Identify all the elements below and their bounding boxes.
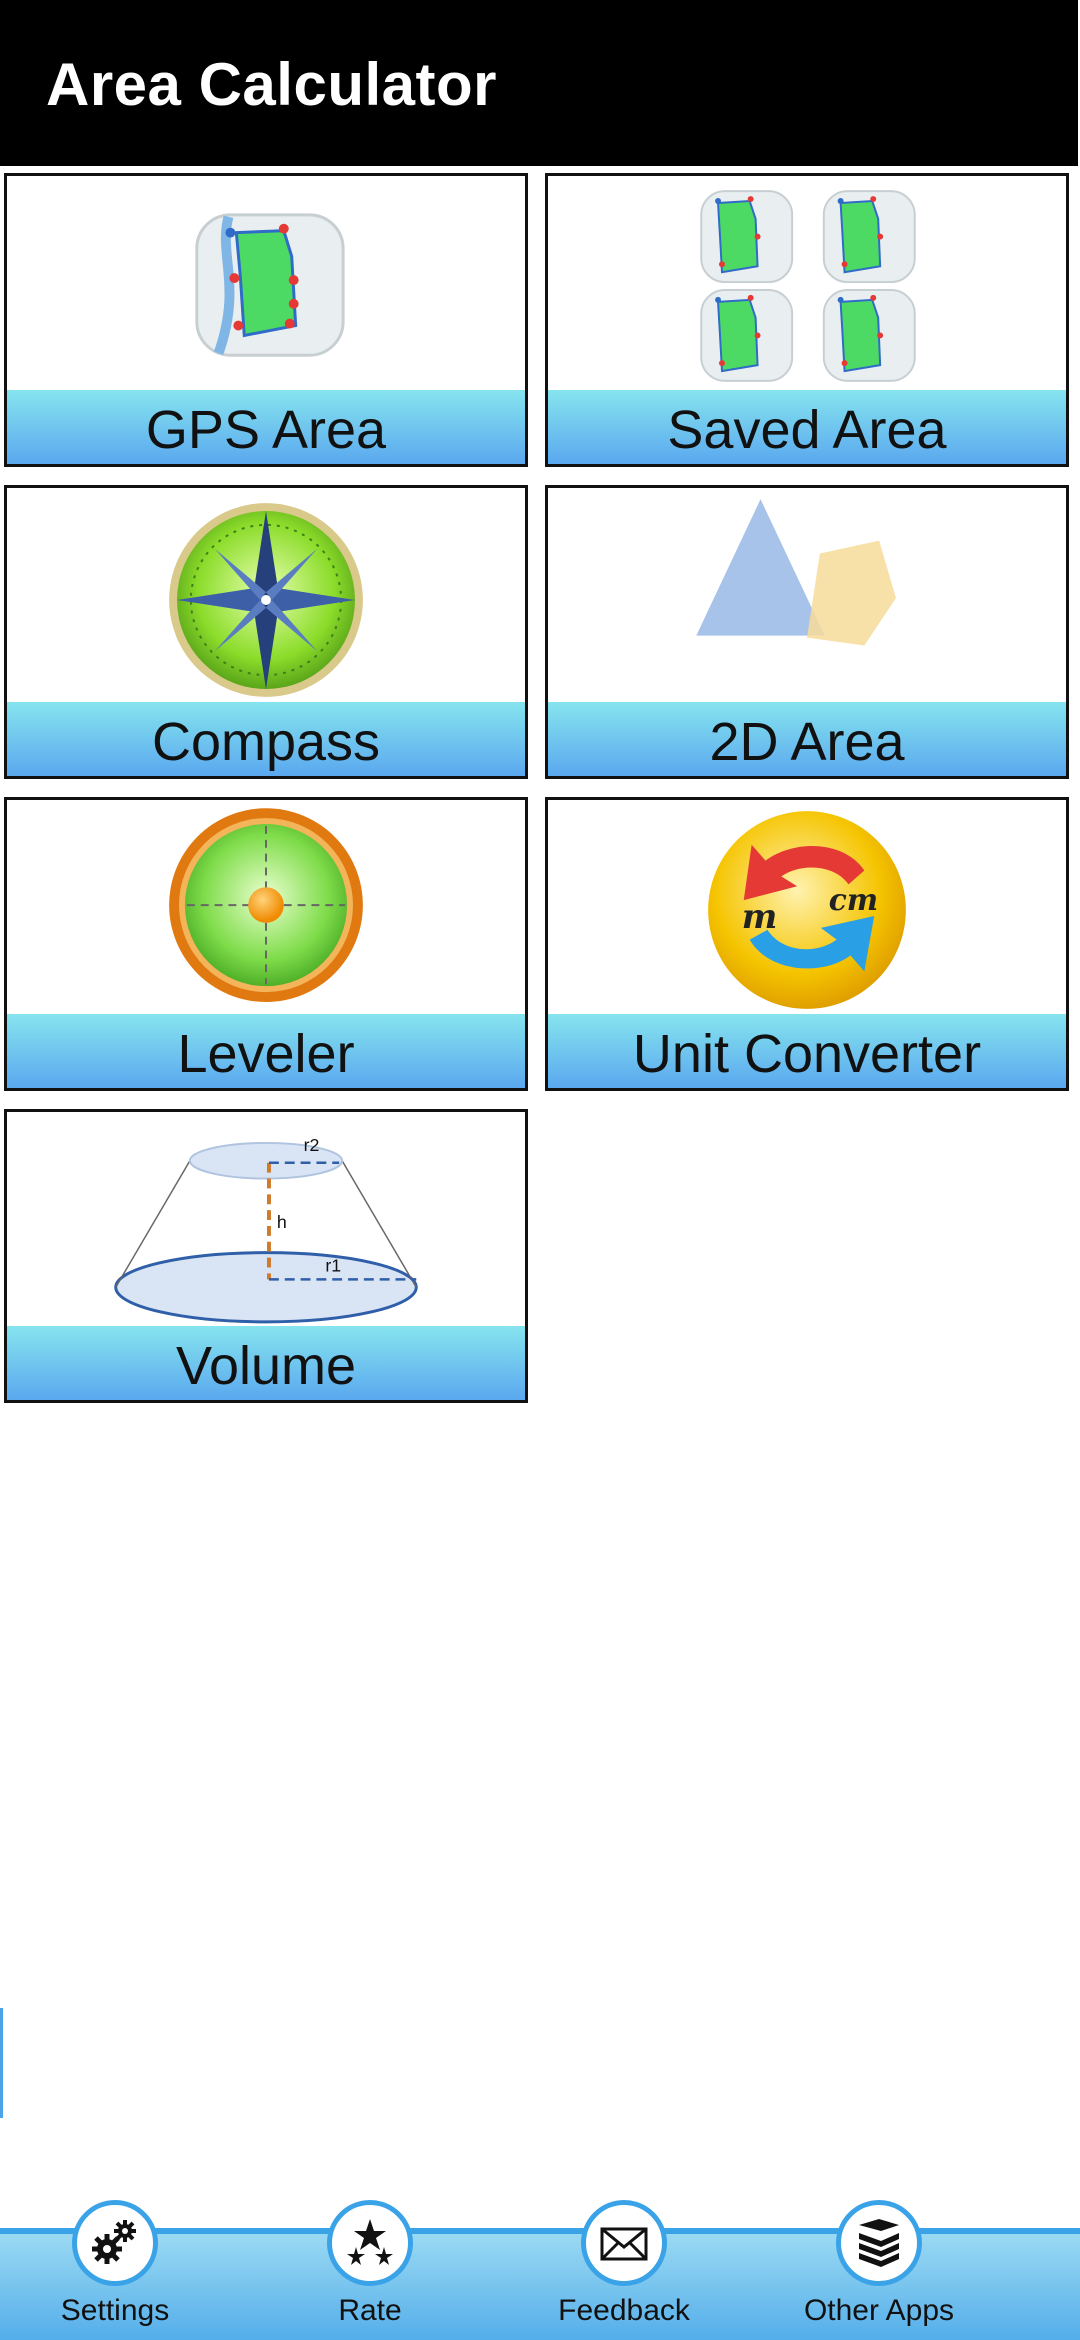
leveler-tile[interactable]: Leveler [4,797,528,1091]
page-title: Area Calculator [46,51,497,118]
tile-label: Unit Converter [548,1014,1066,1088]
volume-tile[interactable]: r2 h r1 Volume [4,1109,528,1403]
tile-label: Leveler [7,1014,525,1088]
gps-map-polygon-icon [195,213,345,357]
nav-label: Settings [60,2294,170,2327]
stars-icon [327,2200,413,2286]
frustum-volume-icon: r2 h r1 [114,1135,418,1324]
envelope-icon [581,2200,667,2286]
compass-tile[interactable]: Compass [4,485,528,779]
nav-settings[interactable]: Settings [25,2200,205,2340]
h-label: h [277,1212,287,1232]
r1-label: r1 [325,1255,341,1275]
unit-convert-icon: m cm [708,811,906,1009]
shapes-icon [696,499,896,646]
unit-converter-tile[interactable]: m cm Unit Converter [545,797,1069,1091]
edge-accent [0,2008,3,2118]
2d-area-tile[interactable]: 2D Area [545,485,1069,779]
tile-label: GPS Area [7,390,525,464]
nav-feedback[interactable]: Feedback [534,2200,714,2340]
gears-icon [72,2200,158,2286]
nav-label: Rate [338,2294,402,2327]
from-unit-label: m [742,896,778,936]
compass-icon [169,503,363,697]
app-bar: Area Calculator [0,0,1078,166]
r2-label: r2 [304,1135,320,1155]
to-unit-label: cm [829,882,878,917]
nav-label: Feedback [558,2294,690,2327]
nav-label: Other Apps [803,2294,955,2327]
tile-label: 2D Area [548,702,1066,776]
nav-other-apps[interactable]: Other Apps [789,2200,969,2340]
tile-label: Saved Area [548,390,1066,464]
saved-area-tile[interactable]: Saved Area [545,173,1069,467]
books-icon [836,2200,922,2286]
tile-label: Compass [7,702,525,776]
level-bubble-icon [169,808,363,1002]
saved-maps-icon [700,190,916,382]
nav-rate[interactable]: Rate [280,2200,460,2340]
gps-area-tile[interactable]: GPS Area [4,173,528,467]
tile-label: Volume [7,1326,525,1400]
